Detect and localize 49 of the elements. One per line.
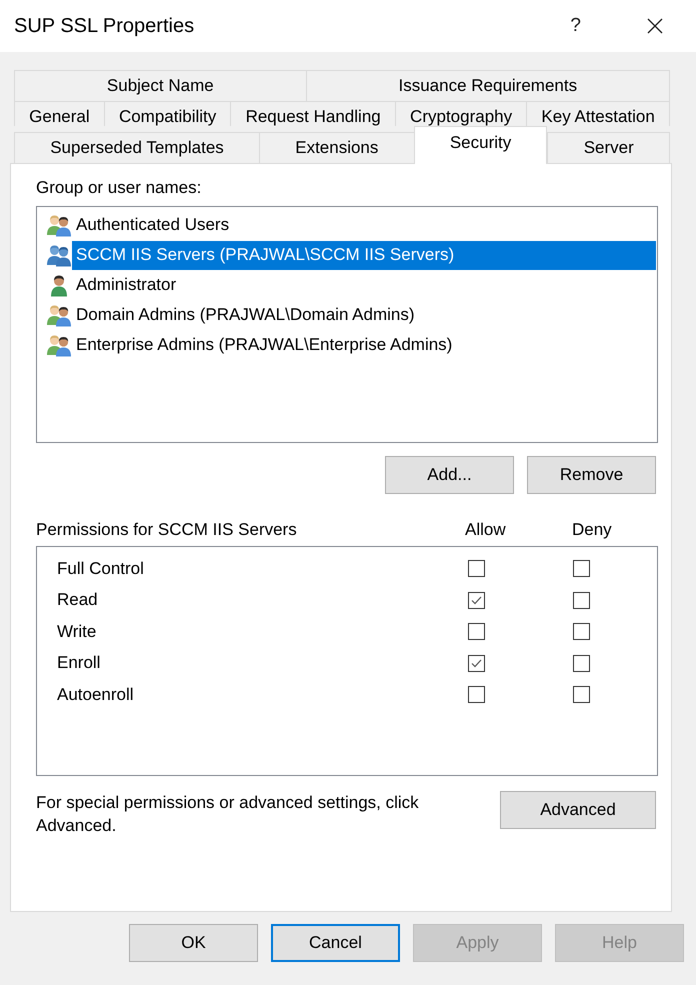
advanced-button[interactable]: Advanced xyxy=(500,791,656,829)
help-button[interactable]: ? xyxy=(570,14,581,38)
user-group-icon xyxy=(46,213,72,237)
tab[interactable]: General xyxy=(14,101,104,126)
advanced-hint: For special permissions or advanced settings, click Advanced. xyxy=(36,792,420,837)
permission-name: Enroll xyxy=(57,652,102,674)
tab[interactable]: Superseded Templates xyxy=(14,132,260,163)
tab[interactable]: Request Handling xyxy=(230,101,395,126)
checkbox[interactable] xyxy=(468,560,485,578)
dialog-button[interactable]: Cancel xyxy=(271,924,400,962)
checkbox[interactable] xyxy=(573,654,590,672)
permission-name: Full Control xyxy=(57,558,145,580)
permission-name: Read xyxy=(57,589,99,612)
checkbox[interactable] xyxy=(573,560,590,578)
action-button[interactable]: Add... xyxy=(385,456,514,494)
action-button[interactable]: Remove xyxy=(527,456,656,494)
checkbox[interactable] xyxy=(468,623,485,640)
list-item[interactable]: Authenticated Users xyxy=(72,210,656,240)
permission-name: Write xyxy=(57,620,98,643)
checkbox[interactable] xyxy=(468,592,485,609)
close-icon[interactable] xyxy=(647,18,663,34)
checkbox[interactable] xyxy=(468,654,485,672)
tab[interactable]: Security xyxy=(414,126,548,164)
user-group-icon xyxy=(46,243,72,267)
dialog-button[interactable]: OK xyxy=(129,924,258,962)
list-item[interactable]: SCCM IIS Servers (PRAJWAL\SCCM IIS Servers) xyxy=(72,240,656,270)
permission-name: Autoenroll xyxy=(57,684,135,706)
group-list-label: Group or user names: xyxy=(36,177,202,199)
user-list[interactable]: Authenticated Users SCCM IIS Servers (PRAJWAL\SCCM IIS Servers) Administrator Domain Admins (PRAJWAL\Domain Admins) Enterprise Admins (PRAJWAL\Enterprise Admins) xyxy=(36,206,658,443)
list-item[interactable]: Domain Admins (PRAJWAL\Domain Admins) xyxy=(72,300,656,330)
tab[interactable]: Compatibility xyxy=(104,101,230,126)
column-header: Deny xyxy=(572,519,612,541)
tab[interactable]: Subject Name xyxy=(14,70,306,101)
checkbox[interactable] xyxy=(573,592,590,609)
column-header: Allow xyxy=(465,519,507,541)
list-item[interactable]: Administrator xyxy=(72,270,656,300)
user-group-icon xyxy=(46,303,72,327)
checkbox[interactable] xyxy=(468,686,485,704)
window-title: SUP SSL Properties xyxy=(14,14,194,38)
checkbox[interactable] xyxy=(573,686,590,704)
tab[interactable]: Server xyxy=(547,132,670,163)
user-group-icon xyxy=(46,333,72,357)
checkbox[interactable] xyxy=(573,623,590,640)
tab[interactable]: Extensions xyxy=(259,132,414,163)
tab[interactable]: Cryptography xyxy=(394,101,526,126)
tab[interactable]: Key Attestation xyxy=(526,101,670,126)
permissions-label: Permissions for SCCM IIS Servers xyxy=(36,519,298,541)
tab[interactable]: Issuance Requirements xyxy=(306,70,670,101)
list-item[interactable]: Enterprise Admins (PRAJWAL\Enterprise Admins) xyxy=(72,330,656,360)
